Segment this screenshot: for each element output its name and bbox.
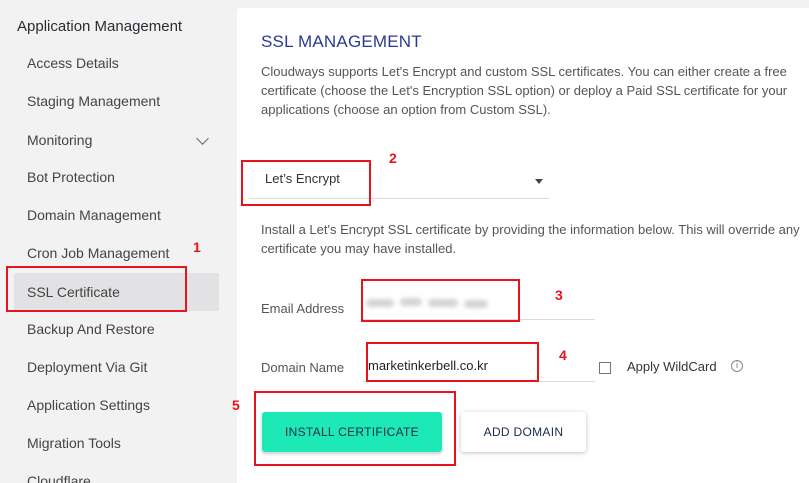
install-description: Install a Let's Encrypt SSL certificate …	[261, 222, 800, 256]
caret-down-icon	[535, 179, 543, 184]
annotation-box-4	[366, 342, 539, 382]
annotation-box-1	[6, 266, 187, 312]
annotation-box-2	[241, 160, 371, 206]
sidebar-item-backup-and-restore[interactable]: Backup And Restore	[14, 310, 219, 348]
sidebar-item-domain-management[interactable]: Domain Management	[14, 196, 219, 234]
annotation-number-5: 5	[232, 397, 240, 413]
annotation-box-5	[254, 391, 456, 466]
sidebar-item-application-settings[interactable]: Application Settings	[14, 386, 219, 424]
page-title: SSL MANAGEMENT	[261, 32, 422, 51]
sidebar-item-cloudflare[interactable]: Cloudflare	[14, 462, 219, 483]
sidebar-item-bot-protection[interactable]: Bot Protection	[14, 158, 219, 196]
sidebar-item-deployment-via-git[interactable]: Deployment Via Git	[14, 348, 219, 386]
sidebar-item-access-details[interactable]: Access Details	[14, 44, 219, 82]
email-label: Email Address	[261, 301, 345, 316]
annotation-box-3	[361, 279, 520, 322]
domain-label: Domain Name	[261, 360, 345, 375]
sidebar-item-monitoring[interactable]: Monitoring	[14, 121, 219, 159]
wildcard-checkbox[interactable]	[599, 362, 611, 374]
sidebar-item-label: Monitoring	[27, 132, 93, 148]
annotation-number-1: 1	[193, 239, 201, 255]
wildcard-label: Apply WildCard	[627, 359, 717, 374]
sidebar-item-migration-tools[interactable]: Migration Tools	[14, 424, 219, 462]
add-domain-button[interactable]: ADD DOMAIN	[461, 412, 586, 452]
sidebar-item-staging-management[interactable]: Staging Management	[14, 82, 219, 120]
annotation-number-3: 3	[555, 287, 563, 303]
annotation-number-4: 4	[559, 347, 567, 363]
info-icon[interactable]: i	[731, 360, 743, 372]
sidebar-title: Application Management	[17, 18, 183, 35]
chevron-down-icon	[196, 132, 209, 145]
annotation-number-2: 2	[389, 150, 397, 166]
ssl-description: Cloudways supports Let's Encrypt and cus…	[261, 64, 788, 117]
